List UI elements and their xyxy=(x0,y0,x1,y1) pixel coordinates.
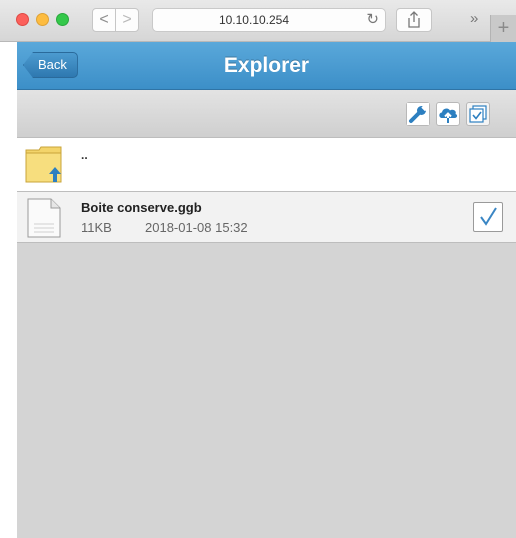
page-title: Explorer xyxy=(223,54,310,77)
checkmark-icon xyxy=(480,207,497,226)
file-row[interactable]: Boite conserve.ggb 11KB 2018-01-08 15:32 xyxy=(17,192,516,243)
wrench-icon xyxy=(407,103,429,125)
file-size: 11KB xyxy=(81,220,112,235)
parent-folder-icon xyxy=(25,146,62,183)
app-header: Back Explorer xyxy=(17,42,516,90)
window-minimize-button[interactable] xyxy=(36,13,49,26)
address-bar-url: 10.10.10.254 xyxy=(218,13,290,27)
file-date: 2018-01-08 15:32 xyxy=(145,220,248,235)
document-icon xyxy=(27,198,61,238)
browser-forward-button[interactable]: > xyxy=(115,8,139,32)
window-maximize-button[interactable] xyxy=(56,13,69,26)
settings-button[interactable] xyxy=(406,102,430,126)
more-tabs-icon[interactable]: » xyxy=(470,10,478,27)
cloud-upload-icon xyxy=(439,108,458,123)
parent-folder-label: .. xyxy=(81,148,88,162)
file-list: .. Boite conserve.ggb 11KB 2018-01-08 15… xyxy=(17,138,516,538)
share-icon xyxy=(408,11,420,28)
file-name: Boite conserve.ggb xyxy=(81,200,202,215)
reload-icon[interactable]: ↻ xyxy=(366,9,379,31)
address-bar[interactable]: 10.10.10.254 ↻ xyxy=(152,8,386,32)
select-all-button[interactable] xyxy=(466,102,490,126)
upload-button[interactable] xyxy=(436,102,460,126)
browser-back-button[interactable]: < xyxy=(92,8,116,32)
select-all-icon xyxy=(469,105,487,123)
action-toolbar xyxy=(17,90,516,138)
new-tab-button[interactable]: + xyxy=(490,15,516,42)
share-button[interactable] xyxy=(396,8,432,32)
file-select-checkbox[interactable] xyxy=(473,202,503,232)
browser-toolbar: < > 10.10.10.254 ↻ » + xyxy=(0,0,516,42)
window-close-button[interactable] xyxy=(16,13,29,26)
parent-folder-row[interactable]: .. xyxy=(17,138,516,192)
